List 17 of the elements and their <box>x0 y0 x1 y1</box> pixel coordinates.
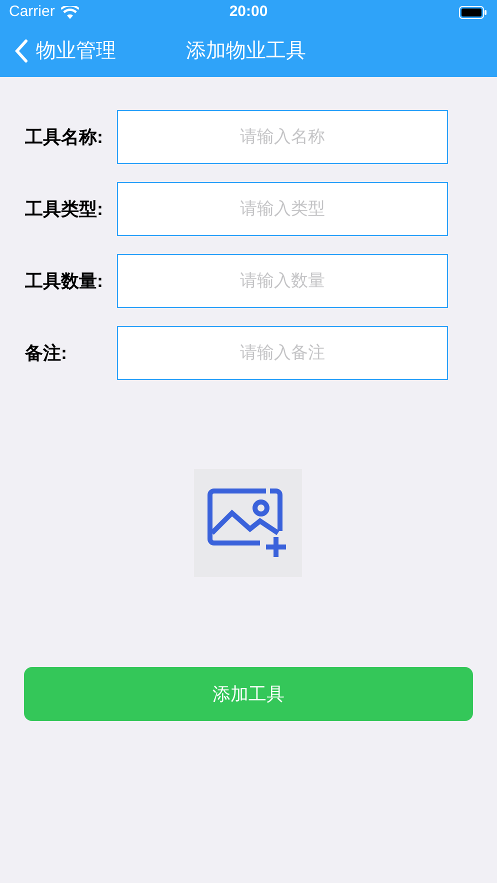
wifi-icon <box>60 6 79 19</box>
field-label: 工具类型: <box>24 198 104 220</box>
field-label: 备注: <box>24 342 68 364</box>
input-field[interactable]: 请输入备注 <box>117 326 448 380</box>
page-title: 添加物业工具 <box>186 39 306 64</box>
carrier-label: Carrier <box>9 2 55 22</box>
input-field[interactable]: 请输入类型 <box>117 182 448 236</box>
field-label: 工具数量: <box>24 270 104 292</box>
add-image-button[interactable] <box>194 469 302 577</box>
back-button[interactable]: 物业管理 <box>14 36 116 66</box>
chevron-left-icon <box>14 39 28 63</box>
input-field[interactable]: 请输入名称 <box>117 110 448 164</box>
input-field[interactable]: 请输入数量 <box>117 254 448 308</box>
battery-icon <box>459 6 487 19</box>
field-label: 工具名称: <box>24 126 104 148</box>
status-time: 20:00 <box>229 2 268 22</box>
submit-button[interactable]: 添加工具 <box>24 667 473 721</box>
